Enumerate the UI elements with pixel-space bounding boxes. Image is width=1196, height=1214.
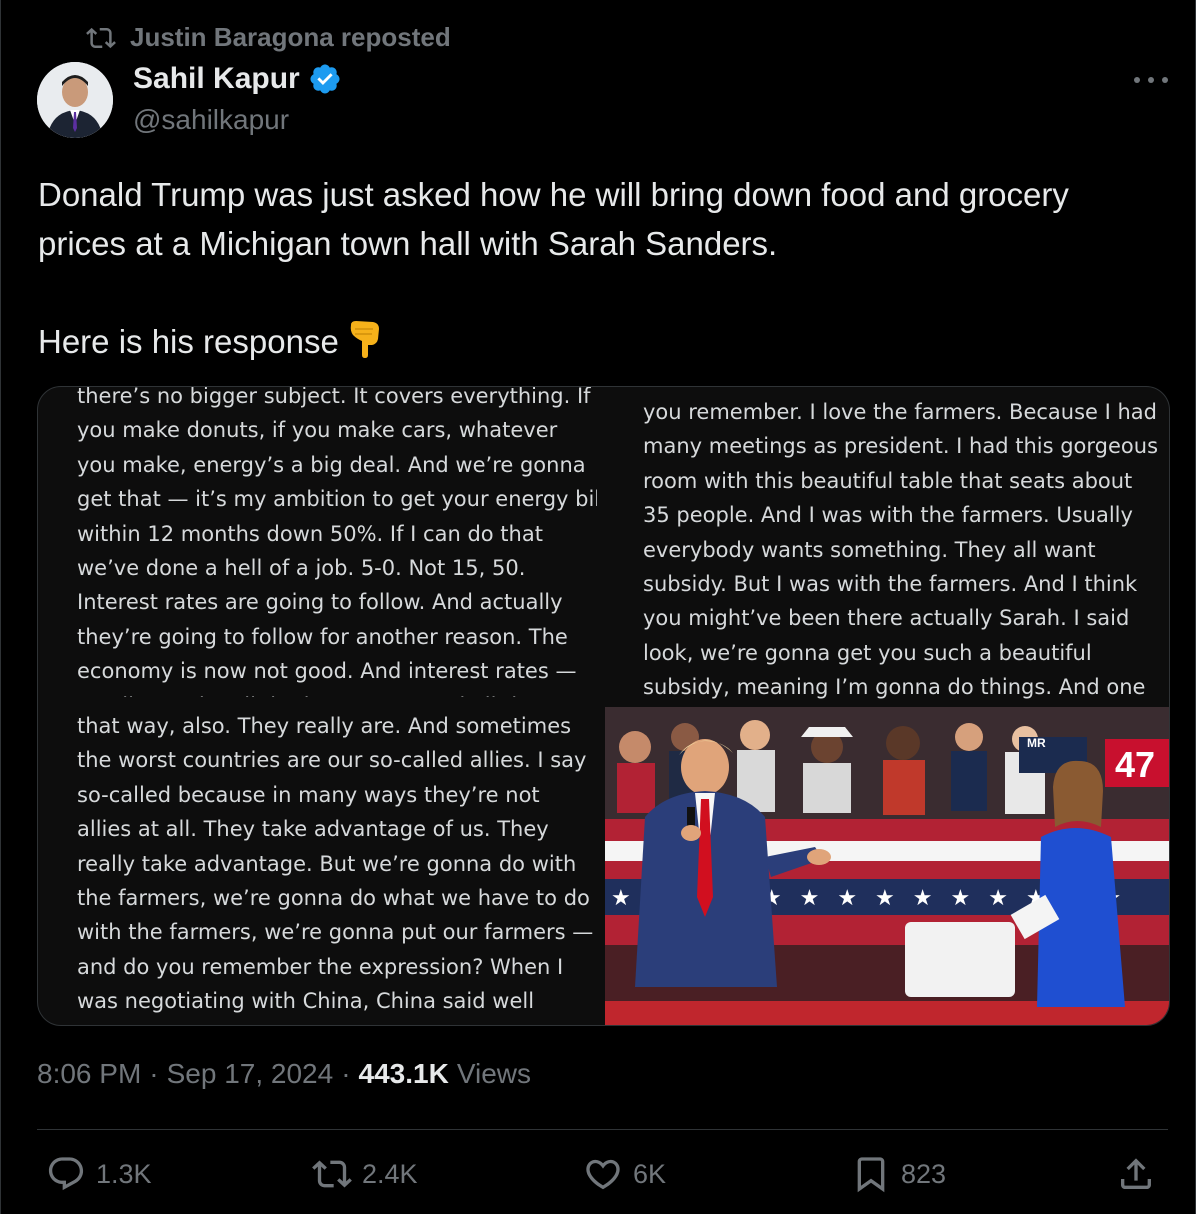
pointing-down-icon <box>350 321 379 358</box>
author-handle[interactable]: @sahilkapur <box>133 104 289 136</box>
transcript-line: and do you remember the expression? When… <box>77 954 564 979</box>
transcript-line: everybody wants something. They all want <box>643 537 1096 562</box>
bookmark-button[interactable]: 823 <box>851 1154 946 1194</box>
repost-indicator[interactable]: Justin Baragona reposted <box>86 22 451 53</box>
divider <box>37 1129 1168 1130</box>
transcript-line: they’re going to follow for another reas… <box>77 624 568 649</box>
tweet-date[interactable]: Sep 17, 2024 <box>167 1058 334 1090</box>
transcript-line: economy is now not good. And interest ra… <box>77 659 577 684</box>
town-hall-photo[interactable]: MR 47 ★★★★★★★★★★★★★★ <box>605 707 1169 1025</box>
transcript-column-c: you remember. I love the farmers. Becaus… <box>643 395 1163 701</box>
transcript-line: many meetings as president. I had this g… <box>643 434 1159 459</box>
transcript-line: you make, energy’s a big deal. And we’re… <box>77 452 586 477</box>
transcript-line: you make donuts, if you make cars, whate… <box>77 418 558 443</box>
transcript-line: there’s no bigger subject. It covers eve… <box>77 386 591 408</box>
tweet-meta: 8:06 PM · Sep 17, 2024 · 443.1K Views <box>37 1058 531 1090</box>
verified-badge-icon[interactable] <box>308 62 342 96</box>
avatar[interactable] <box>37 62 113 138</box>
bookmark-count: 823 <box>901 1158 947 1189</box>
more-options-icon[interactable] <box>1134 70 1168 90</box>
share-button[interactable] <box>1116 1154 1166 1194</box>
transcript-line: 35 people. And I was with the farmers. U… <box>643 503 1133 528</box>
repost-icon <box>86 27 116 48</box>
tweet-time[interactable]: 8:06 PM <box>37 1058 141 1090</box>
reply-button[interactable]: 1.3K <box>46 1154 152 1194</box>
transcript-line: room with this beautiful table that seat… <box>643 468 1133 493</box>
transcript-line: subsidy. But I was with the farmers. And… <box>643 572 1138 597</box>
repost-button[interactable]: 2.4K <box>312 1154 418 1194</box>
transcript-line: was negotiating with China, China said w… <box>77 989 535 1014</box>
transcript-line: Interest rates are going to follow. And … <box>77 590 563 615</box>
heart-icon <box>586 1159 620 1190</box>
views-label: Views <box>456 1058 532 1089</box>
tweet-text: Donald Trump was just asked how he will … <box>38 170 1158 366</box>
meta-separator: · <box>149 1058 159 1089</box>
repost-action-icon <box>312 1160 352 1188</box>
tweet-body: Donald Trump was just asked how he will … <box>38 176 1069 360</box>
transcript-line: the farmers, we’re gonna do what we have… <box>77 886 590 911</box>
banner-text: MR <box>1027 736 1046 750</box>
like-count: 6K <box>633 1158 667 1189</box>
avatar-image <box>37 62 113 138</box>
views-count[interactable]: 443.1K <box>359 1058 449 1090</box>
transcript-line: look, we’re gonna get you such a beautif… <box>643 640 1092 665</box>
transcript-line: so-called because in many ways they’re n… <box>77 782 540 807</box>
repost-count: 2.4K <box>362 1158 418 1189</box>
transcript-column-a: there’s no bigger subject. It covers eve… <box>77 386 597 697</box>
author-name[interactable]: Sahil Kapur <box>133 62 300 96</box>
transcript-column-b: that way, also. They really are. And som… <box>77 709 597 1019</box>
transcript-line: you remember. I love the farmers. Becaus… <box>643 400 1157 424</box>
transcript-line: you’ll see, they’ll do the rate cut and … <box>77 689 597 697</box>
meta-separator: · <box>341 1058 351 1089</box>
media-attachment[interactable]: there’s no bigger subject. It covers eve… <box>37 386 1170 1026</box>
transcript-line: get that — it’s my ambition to get your … <box>77 487 597 512</box>
transcript-line: within 12 months down 50%. If I can do t… <box>77 521 543 546</box>
like-button[interactable]: 6K <box>583 1154 666 1194</box>
reply-icon <box>48 1157 84 1191</box>
sign-47: 47 <box>1115 744 1155 785</box>
transcript-line: allies at all. They take advantage of us… <box>77 817 549 842</box>
transcript-line: you might’ve been there actually Sarah. … <box>643 606 1130 631</box>
transcript-line: the worst countries are our so-called al… <box>77 748 587 773</box>
reply-count: 1.3K <box>96 1158 152 1189</box>
repost-label: Justin Baragona reposted <box>130 22 451 52</box>
transcript-line: that way, also. They really are. And som… <box>77 714 572 738</box>
transcript-line: we’ve done a hell of a job. 5-0. Not 15,… <box>77 556 526 581</box>
share-icon <box>1121 1158 1151 1189</box>
transcript-line: really take advantage. But we’re gonna d… <box>77 851 577 876</box>
bookmark-icon <box>857 1157 885 1193</box>
transcript-line: with the farmers, we’re gonna put our fa… <box>77 920 594 945</box>
transcript-line: subsidy, meaning I’m gonna do things. An… <box>643 675 1146 700</box>
